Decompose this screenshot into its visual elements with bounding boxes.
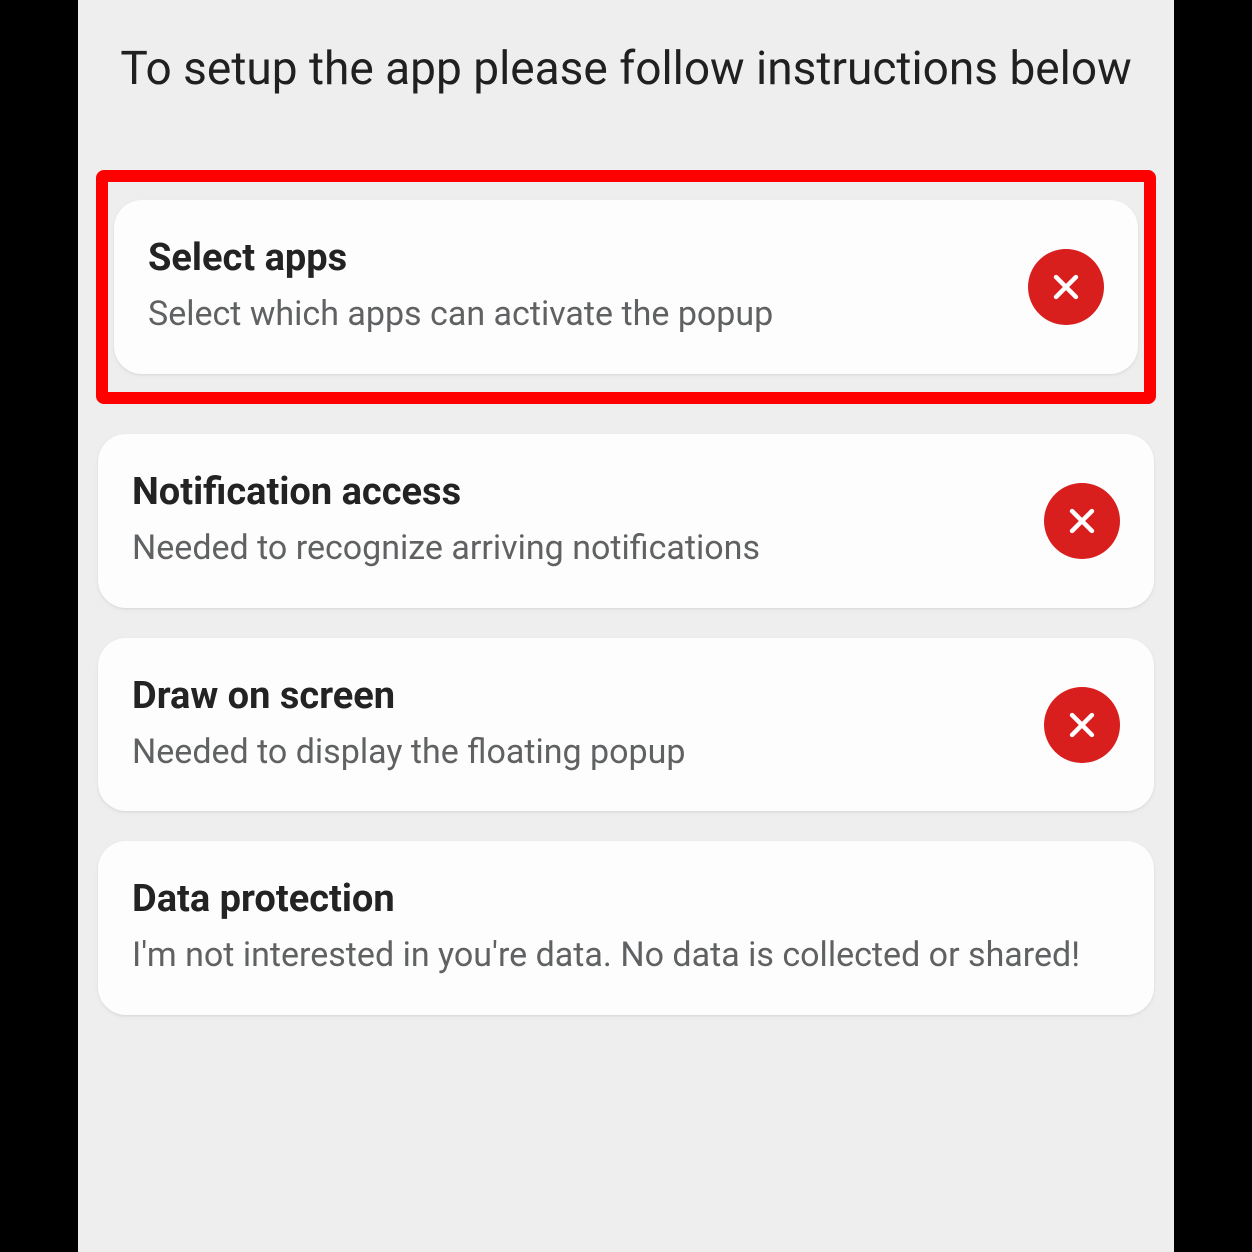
card-title: Notification access <box>132 470 1020 514</box>
card-text: Draw on screen Needed to display the flo… <box>132 674 1020 776</box>
card-text: Data protection I'm not interested in yo… <box>132 877 1120 979</box>
card-title: Select apps <box>148 236 1004 280</box>
status-x-icon <box>1044 483 1120 559</box>
status-x-icon <box>1044 687 1120 763</box>
card-wrap-data-protection: Data protection I'm not interested in yo… <box>98 841 1154 1015</box>
setup-screen: To setup the app please follow instructi… <box>78 0 1174 1252</box>
card-subtitle: I'm not interested in you're data. No da… <box>132 933 1120 979</box>
card-select-apps[interactable]: Select apps Select which apps can activa… <box>114 200 1138 374</box>
card-wrap-draw-on-screen: Draw on screen Needed to display the flo… <box>98 638 1154 812</box>
card-draw-on-screen[interactable]: Draw on screen Needed to display the flo… <box>98 638 1154 812</box>
card-subtitle: Select which apps can activate the popup <box>148 292 1004 338</box>
card-subtitle: Needed to display the floating popup <box>132 730 1020 776</box>
card-wrap-select-apps: Select apps Select which apps can activa… <box>96 170 1156 404</box>
card-text: Notification access Needed to recognize … <box>132 470 1020 572</box>
card-text: Select apps Select which apps can activa… <box>148 236 1004 338</box>
status-x-icon <box>1028 249 1104 325</box>
page-title: To setup the app please follow instructi… <box>78 40 1174 100</box>
card-data-protection[interactable]: Data protection I'm not interested in yo… <box>98 841 1154 1015</box>
card-title: Data protection <box>132 877 1120 921</box>
card-subtitle: Needed to recognize arriving notificatio… <box>132 526 1020 572</box>
card-notification-access[interactable]: Notification access Needed to recognize … <box>98 434 1154 608</box>
setup-cards-list: Select apps Select which apps can activa… <box>78 170 1174 1016</box>
card-title: Draw on screen <box>132 674 1020 718</box>
card-wrap-notification-access: Notification access Needed to recognize … <box>98 434 1154 608</box>
